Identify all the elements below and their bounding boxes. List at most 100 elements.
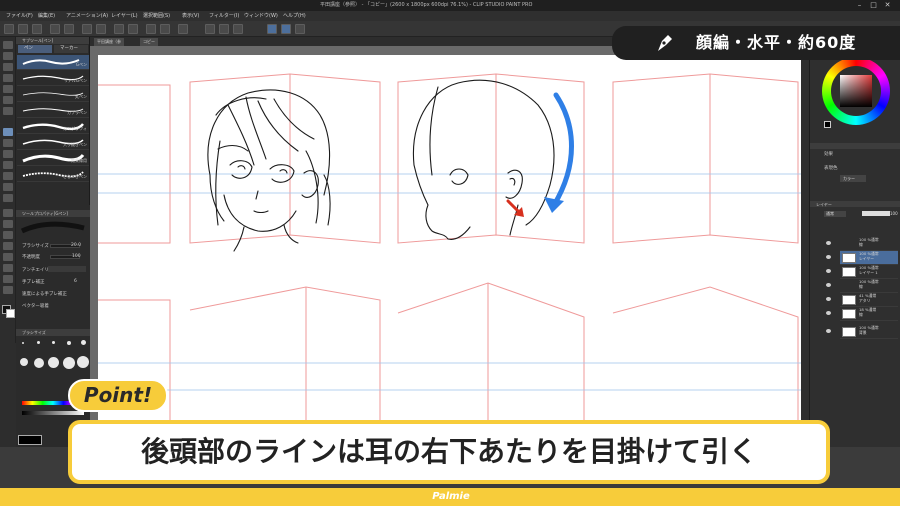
visibility-eye-icon[interactable] (826, 269, 831, 273)
visibility-eye-icon[interactable] (826, 297, 831, 301)
pencil-tool-icon[interactable] (3, 139, 13, 147)
lasso-tool-icon[interactable] (3, 85, 13, 93)
brush-item[interactable]: リアルGペン (17, 71, 89, 86)
text-tool-icon[interactable] (3, 253, 13, 261)
sub-color-swatch[interactable] (6, 309, 15, 318)
layer-row[interactable]: 18 %通常 線 (826, 307, 898, 321)
undo-icon[interactable] (50, 24, 60, 34)
brush-size-dot[interactable] (20, 358, 28, 366)
ruler-snap-icon[interactable] (178, 24, 188, 34)
menu-file[interactable]: ファイル(F) (6, 11, 33, 21)
brush-item[interactable]: カリグラフィ (17, 119, 89, 134)
menu-view[interactable]: 表示(V) (182, 11, 199, 21)
brush-size-dot[interactable] (81, 340, 86, 345)
snap-ruler-icon[interactable] (267, 24, 277, 34)
brush-item[interactable]: 効果線用 (17, 151, 89, 166)
brush-size-dot[interactable] (37, 341, 40, 344)
move-tool-icon[interactable] (3, 63, 13, 71)
fill-tool-icon[interactable] (3, 194, 13, 202)
antialias-selector[interactable] (48, 266, 86, 272)
visibility-eye-icon[interactable] (826, 241, 831, 245)
invert-selection-icon[interactable] (160, 24, 170, 34)
eraser-icon[interactable] (3, 172, 13, 180)
menu-layer[interactable]: レイヤー(L) (111, 11, 138, 21)
hand-tool-icon[interactable] (3, 52, 13, 60)
menu-animation[interactable]: アニメーション(A) (66, 11, 108, 21)
menu-help[interactable]: ヘルプ(H) (283, 11, 306, 21)
maximize-button[interactable]: □ (869, 1, 878, 10)
zoom-tool-icon[interactable] (3, 41, 13, 49)
layer-opacity-slider[interactable] (862, 211, 890, 216)
minimize-button[interactable]: – (855, 1, 864, 10)
visibility-eye-icon[interactable] (826, 311, 831, 315)
brush-size-dot[interactable] (52, 341, 55, 344)
clear-outside-icon[interactable] (96, 24, 106, 34)
brush-item[interactable]: さらつきペン (17, 167, 89, 182)
deselect-icon[interactable] (146, 24, 156, 34)
brush-item[interactable]: 入り抜きペン (17, 135, 89, 150)
tab-pen[interactable]: ペン (18, 45, 52, 53)
color-preview[interactable] (18, 435, 42, 445)
saturation-square[interactable] (840, 75, 872, 107)
magic-wand-icon[interactable] (3, 96, 13, 104)
new-file-icon[interactable] (4, 24, 14, 34)
open-file-icon[interactable] (18, 24, 28, 34)
brush-size-dot[interactable] (63, 357, 75, 369)
settings-icon[interactable] (233, 24, 243, 34)
brush-item[interactable]: 丸ペン (17, 87, 89, 102)
snap-special-ruler-icon[interactable] (281, 24, 291, 34)
visibility-eye-icon[interactable] (826, 329, 831, 333)
line-fix-icon[interactable] (3, 275, 13, 283)
layer-row[interactable]: 100 %通常 背景 (826, 325, 898, 339)
menu-filter[interactable]: フィルター(I) (209, 11, 239, 21)
clear-icon[interactable] (82, 24, 92, 34)
brush-item[interactable]: Gペン (17, 55, 89, 70)
tab-marker[interactable]: マーカー (54, 45, 88, 53)
tool-property-panel: ツールプロパティ[Gペン] ブラシサイズ 20.0 不透明度 100 アンチエイ… (16, 205, 90, 325)
gradient-tool-icon[interactable] (3, 209, 13, 217)
balloon-tool-icon[interactable] (3, 264, 13, 272)
document-tab[interactable]: 平田講座（参 (94, 38, 124, 46)
save-icon[interactable] (32, 24, 42, 34)
correct-line-icon[interactable] (3, 286, 13, 294)
menu-edit[interactable]: 編集(E) (38, 11, 55, 21)
selection-tool-icon[interactable] (3, 74, 13, 82)
layer-row[interactable]: 100 %通常 レイヤー 1 (826, 265, 898, 279)
document-tab[interactable]: コピー (140, 38, 158, 46)
menu-window[interactable]: ウィンドウ(W) (244, 11, 278, 21)
expression-color-select[interactable]: カラー (840, 175, 866, 182)
clip-studio-icon[interactable] (205, 24, 215, 34)
eyedropper-icon[interactable] (3, 107, 13, 115)
redo-icon[interactable] (64, 24, 74, 34)
snap-grid-icon[interactable] (295, 24, 305, 34)
brush-size-dot[interactable] (77, 356, 89, 368)
brightness-slider[interactable] (22, 411, 84, 415)
frame-tool-icon[interactable] (3, 231, 13, 239)
figure-tool-icon[interactable] (3, 220, 13, 228)
fill-icon[interactable] (114, 24, 124, 34)
airbrush-icon[interactable] (3, 161, 13, 169)
brush-size-dot[interactable] (22, 342, 24, 344)
canvas-paper[interactable] (98, 55, 802, 447)
brush-size-dot[interactable] (48, 357, 59, 368)
brush-tool-icon[interactable] (3, 150, 13, 158)
current-color-chip[interactable] (824, 121, 831, 128)
blend-mode-select[interactable]: 通常 (824, 211, 846, 217)
pen-tool-icon[interactable] (3, 128, 13, 136)
layer-row[interactable]: 100 %通常 線 (826, 279, 898, 293)
vertical-scrollbar[interactable] (801, 46, 809, 447)
layer-row[interactable]: 41 %通常 アタリ (826, 293, 898, 307)
visibility-eye-icon[interactable] (826, 283, 831, 287)
brush-item[interactable]: カブラペン (17, 103, 89, 118)
assets-icon[interactable] (219, 24, 229, 34)
brush-size-dot[interactable] (67, 341, 71, 345)
visibility-eye-icon[interactable] (826, 255, 831, 259)
layer-row[interactable]: 100 %通常 レイヤー (826, 251, 898, 265)
layer-row[interactable]: 100 %通常 線 (826, 237, 898, 251)
transform-icon[interactable] (128, 24, 138, 34)
close-button[interactable]: ✕ (883, 1, 892, 10)
blend-tool-icon[interactable] (3, 183, 13, 191)
ruler-tool-icon[interactable] (3, 242, 13, 250)
menu-selection[interactable]: 選択範囲(S) (143, 11, 170, 21)
brush-size-dot[interactable] (34, 358, 44, 368)
